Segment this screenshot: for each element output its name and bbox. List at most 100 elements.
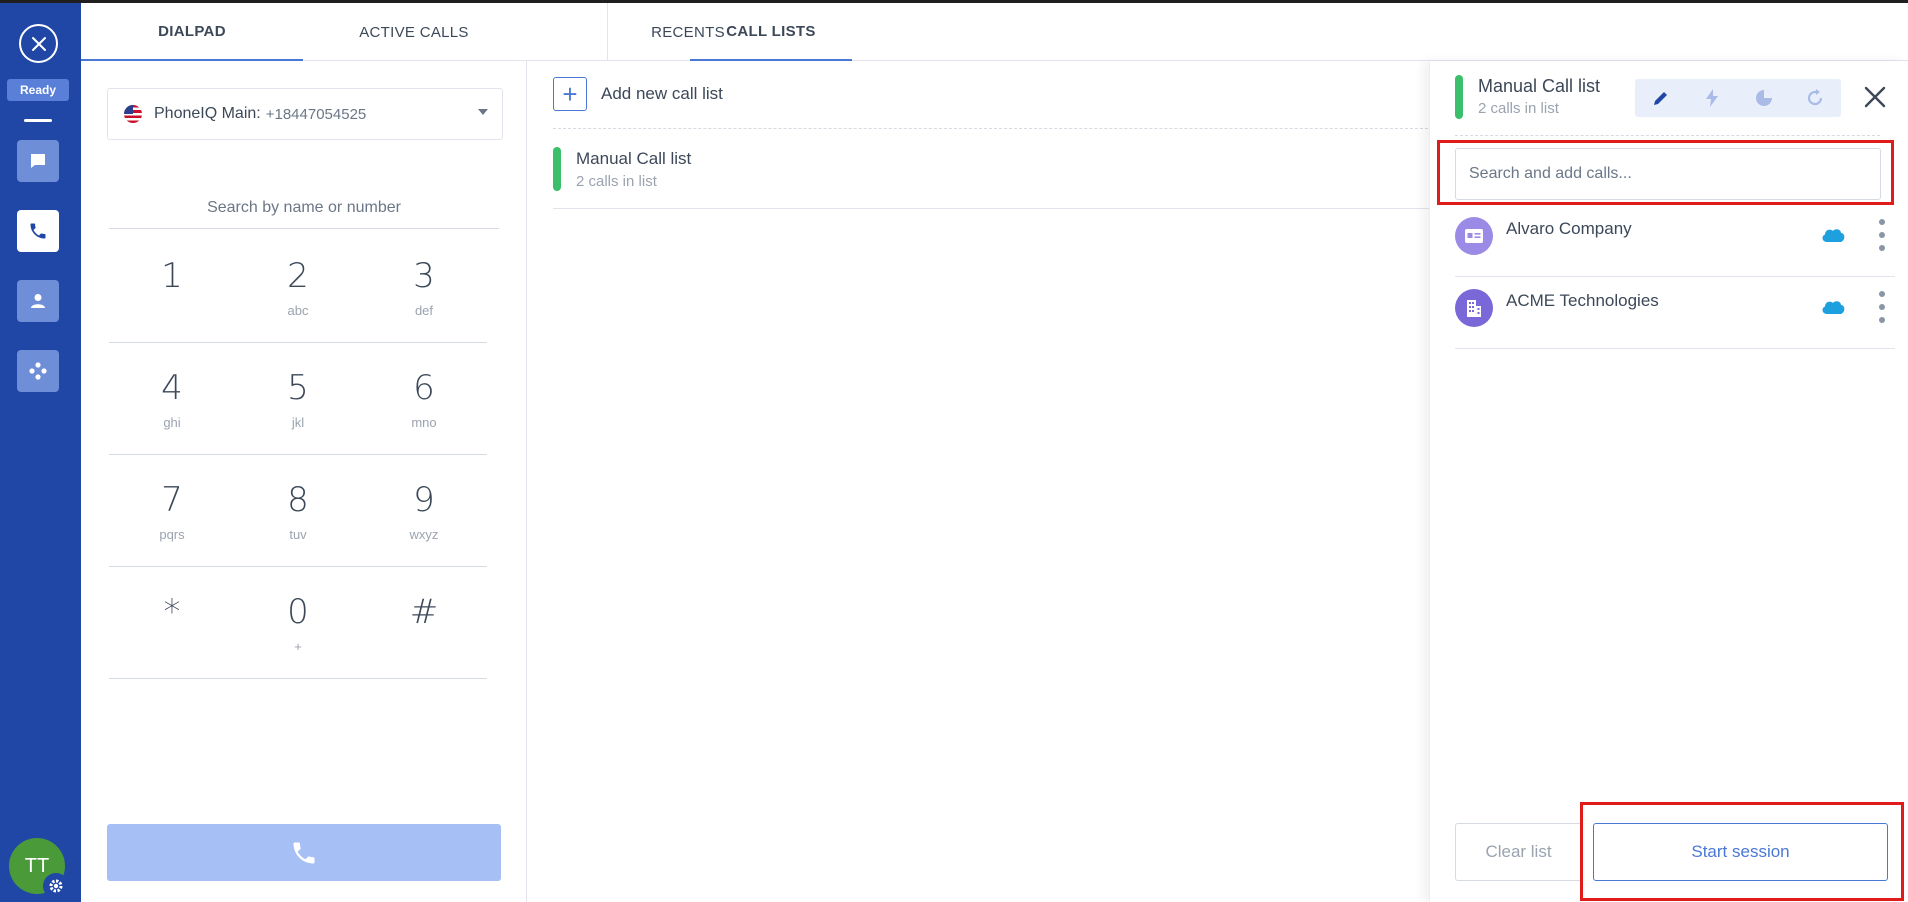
contact-card-icon [1455, 217, 1493, 255]
building-icon [1455, 289, 1493, 327]
key-3[interactable]: 3 def [361, 231, 487, 342]
us-flag-icon [124, 105, 142, 123]
power-dial-button[interactable] [1687, 79, 1739, 117]
salesforce-cloud-icon[interactable] [1820, 226, 1846, 244]
kebab-dot [1879, 291, 1885, 297]
call-lists-panel: + Add new call list Manual Call list 2 c… [527, 61, 1433, 902]
key-digit: * [163, 592, 181, 632]
key-5[interactable]: 5 jkl [235, 343, 361, 454]
pencil-icon [1653, 92, 1667, 105]
avatar-initials: TT [24, 854, 50, 877]
key-letters: tuv [289, 527, 307, 542]
tab-active-calls[interactable]: ACTIVE CALLS [303, 3, 525, 61]
key-digit: 5 [287, 368, 309, 408]
key-star[interactable]: * [109, 567, 235, 678]
key-8[interactable]: 8 tuv [235, 455, 361, 566]
kebab-dot [1879, 245, 1885, 251]
call-list-count: 2 calls in list [576, 173, 657, 190]
status-badge[interactable]: Ready [7, 79, 69, 101]
key-letters: ghi [163, 415, 181, 430]
tab-dialpad[interactable]: DIALPAD [81, 3, 303, 61]
top-tabs: DIALPAD ACTIVE CALLS RECENTS CALL LISTS [81, 3, 1908, 61]
detail-toolbar [1635, 79, 1841, 117]
key-9[interactable]: 9 wxyz [361, 455, 487, 566]
key-digit: 1 [161, 256, 183, 296]
sidebar-item-messages[interactable] [17, 140, 59, 182]
key-hash[interactable]: # [361, 567, 487, 678]
call-list-item[interactable]: Manual Call list 2 calls in list [553, 143, 1433, 209]
divider [553, 128, 1433, 129]
app-root: Ready TT DIALPAD ACTIVE CALLS RECENTS CA… [0, 0, 1908, 902]
sidebar-item-contacts[interactable] [17, 280, 59, 322]
stats-button[interactable] [1738, 79, 1790, 117]
lightning-icon [1706, 89, 1719, 107]
key-digit: 3 [413, 256, 435, 296]
chevron-down-icon [478, 109, 488, 115]
key-2[interactable]: 2 abc [235, 231, 361, 342]
close-icon [1864, 86, 1886, 108]
clear-list-button[interactable]: Clear list [1455, 823, 1582, 881]
search-add-calls-input[interactable] [1455, 148, 1881, 200]
call-button[interactable] [107, 824, 501, 881]
kebab-dot [1879, 317, 1885, 323]
sidebar-divider [24, 119, 52, 122]
start-session-button[interactable]: Start session [1593, 823, 1888, 881]
line-number: +18447054525 [265, 105, 367, 123]
key-0[interactable]: 0 + [235, 567, 361, 678]
dots-network-icon [29, 362, 47, 380]
key-letters: mno [411, 415, 437, 430]
tab-call-lists[interactable]: CALL LISTS [690, 3, 852, 61]
sidebar: Ready TT [0, 3, 81, 902]
line-name: PhoneIQ Main: [154, 105, 261, 122]
key-digit: 8 [287, 480, 309, 520]
edit-button[interactable] [1635, 79, 1687, 117]
salesforce-cloud-icon[interactable] [1820, 298, 1846, 316]
plus-icon: + [553, 77, 587, 111]
list-item[interactable]: Alvaro Company [1455, 205, 1895, 277]
more-options-button[interactable] [1877, 291, 1887, 323]
key-letters: pqrs [159, 527, 185, 542]
call-list-title: Manual Call list [576, 149, 692, 168]
key-letters: + [294, 639, 302, 654]
pie-chart-icon [1755, 90, 1772, 106]
list-item[interactable]: ACME Technologies [1455, 277, 1895, 349]
close-panel-button[interactable] [1860, 82, 1890, 112]
key-digit: 9 [413, 480, 435, 520]
key-digit: # [409, 592, 439, 632]
refresh-icon [1808, 89, 1823, 106]
refresh-button[interactable] [1790, 79, 1842, 117]
chat-bubble-icon [31, 154, 45, 168]
keypad-row: 7 pqrs 8 tuv 9 wxyz [109, 455, 487, 567]
key-6[interactable]: 6 mno [361, 343, 487, 454]
kebab-dot [1879, 232, 1885, 238]
keypad-row: 4 ghi 5 jkl 6 mno [109, 343, 487, 455]
key-1[interactable]: 1 [109, 231, 235, 342]
add-call-list-button[interactable]: + Add new call list [553, 77, 723, 111]
key-digit: 2 [287, 256, 309, 296]
more-options-button[interactable] [1877, 219, 1887, 251]
close-circle-button[interactable] [19, 24, 58, 63]
keypad: 1 2 abc 3 def 4 ghi 5 jkl 6 mno 7 pqrs 8 tuv 9 w… [109, 231, 487, 679]
key-letters: abc [287, 303, 309, 318]
settings-button[interactable] [43, 873, 69, 899]
sidebar-item-phone[interactable] [17, 210, 59, 252]
dialpad-search-input[interactable] [109, 187, 499, 229]
dialpad-panel: PhoneIQ Main: +18447054525 1 2 abc 3 def 4… [81, 61, 527, 902]
phone-icon [293, 842, 315, 863]
divider [1455, 135, 1880, 136]
key-digit: 7 [161, 480, 183, 520]
kebab-dot [1879, 219, 1885, 225]
phone-icon [30, 223, 46, 239]
key-7[interactable]: 7 pqrs [109, 455, 235, 566]
sidebar-item-integrations[interactable] [17, 350, 59, 392]
key-4[interactable]: 4 ghi [109, 343, 235, 454]
keypad-row: * 0 + # [109, 567, 487, 679]
contact-name: Alvaro Company [1506, 219, 1632, 238]
key-letters: def [414, 303, 434, 318]
key-letters: jkl [291, 415, 305, 430]
key-digit: 6 [413, 368, 435, 408]
line-select[interactable]: PhoneIQ Main: +18447054525 [107, 88, 503, 140]
gear-icon [49, 879, 63, 893]
key-letters: wxyz [409, 527, 439, 542]
key-digit: 4 [161, 368, 183, 408]
